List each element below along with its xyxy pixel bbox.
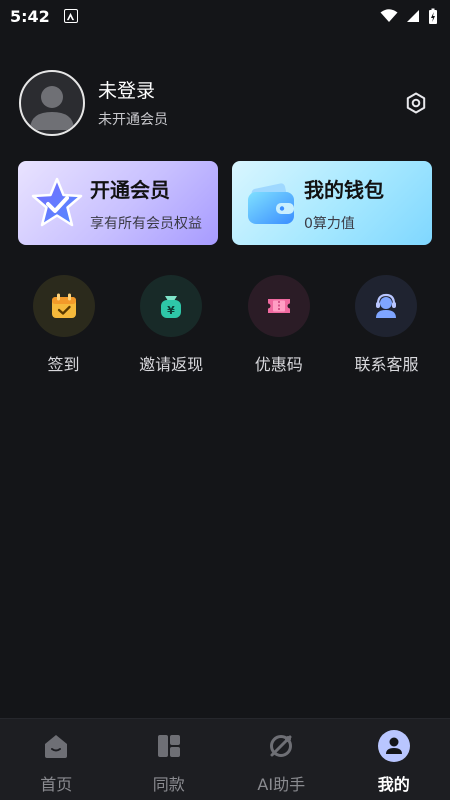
default-avatar-icon [30, 85, 74, 130]
nav-home[interactable]: 首页 [0, 719, 113, 800]
coupon-icon [267, 299, 290, 313]
action-invite-label: 邀请返现 [139, 355, 204, 374]
nav-ai-assistant[interactable]: AI助手 [225, 719, 338, 800]
action-checkin-label: 签到 [47, 355, 80, 374]
checkin-icon-circle [32, 275, 95, 337]
calendar-check-icon [51, 293, 76, 318]
wallet-balance: 0算力值 [304, 215, 355, 232]
status-bar: 5:42 [0, 0, 450, 32]
nav-profile-label: 我的 [377, 775, 410, 794]
invite-icon-circle: ¥ [140, 275, 203, 337]
headset-icon [376, 293, 397, 318]
vip-card[interactable]: 开通会员 享有所有会员权益 [18, 161, 218, 245]
wallet-icon [242, 174, 300, 232]
wallet-card[interactable]: 我的钱包 0算力值 [232, 161, 432, 245]
status-icons [380, 8, 438, 25]
nav-home-label: 首页 [40, 775, 73, 794]
vip-card-text: 开通会员 享有所有会员权益 [90, 174, 202, 233]
settings-button[interactable] [403, 90, 429, 116]
profile-icon [377, 729, 411, 763]
home-icon [39, 729, 73, 763]
bottom-nav: 首页 同款 AI助手 我的 [0, 718, 450, 800]
wallet-card-title: 我的钱包 [304, 177, 384, 202]
support-icon-circle [355, 275, 418, 337]
signal-icon [407, 10, 419, 22]
vip-card-subtitle: 享有所有会员权益 [90, 215, 202, 232]
coupon-icon-circle [247, 275, 310, 337]
app-notification-icon [63, 9, 78, 23]
profile-header[interactable]: 未登录 未开通会员 [19, 69, 431, 136]
vip-star-icon [28, 174, 86, 232]
profile-info: 未登录 未开通会员 [98, 76, 168, 129]
quick-actions: 签到 ¥ 邀请返现 优惠码 联系客服 [10, 275, 440, 375]
settings-icon [406, 92, 426, 113]
nav-similar[interactable]: 同款 [113, 719, 226, 800]
layout-icon [152, 729, 186, 763]
avatar[interactable] [19, 69, 85, 136]
svg-text:¥: ¥ [167, 304, 175, 317]
action-coupon[interactable]: 优惠码 [225, 275, 332, 375]
wallet-card-text: 我的钱包 0算力值 [304, 174, 384, 233]
wifi-icon [380, 9, 398, 22]
feature-cards: 开通会员 享有所有会员权益 我的钱包 0算力值 [18, 161, 432, 245]
nav-profile[interactable]: 我的 [338, 719, 450, 800]
vip-card-title: 开通会员 [90, 177, 170, 202]
ai-assistant-icon [264, 729, 298, 763]
battery-icon [429, 8, 437, 24]
action-invite[interactable]: ¥ 邀请返现 [118, 275, 225, 375]
action-checkin[interactable]: 签到 [10, 275, 117, 375]
action-coupon-label: 优惠码 [254, 355, 303, 374]
nav-ai-assistant-label: AI助手 [257, 775, 306, 794]
action-support[interactable]: 联系客服 [333, 275, 440, 375]
nav-similar-label: 同款 [152, 775, 185, 794]
action-support-label: 联系客服 [354, 355, 419, 374]
profile-name: 未登录 [98, 80, 156, 102]
membership-status: 未开通会员 [98, 112, 168, 128]
money-bag-icon: ¥ [161, 296, 182, 318]
status-time: 5:42 [10, 6, 50, 26]
